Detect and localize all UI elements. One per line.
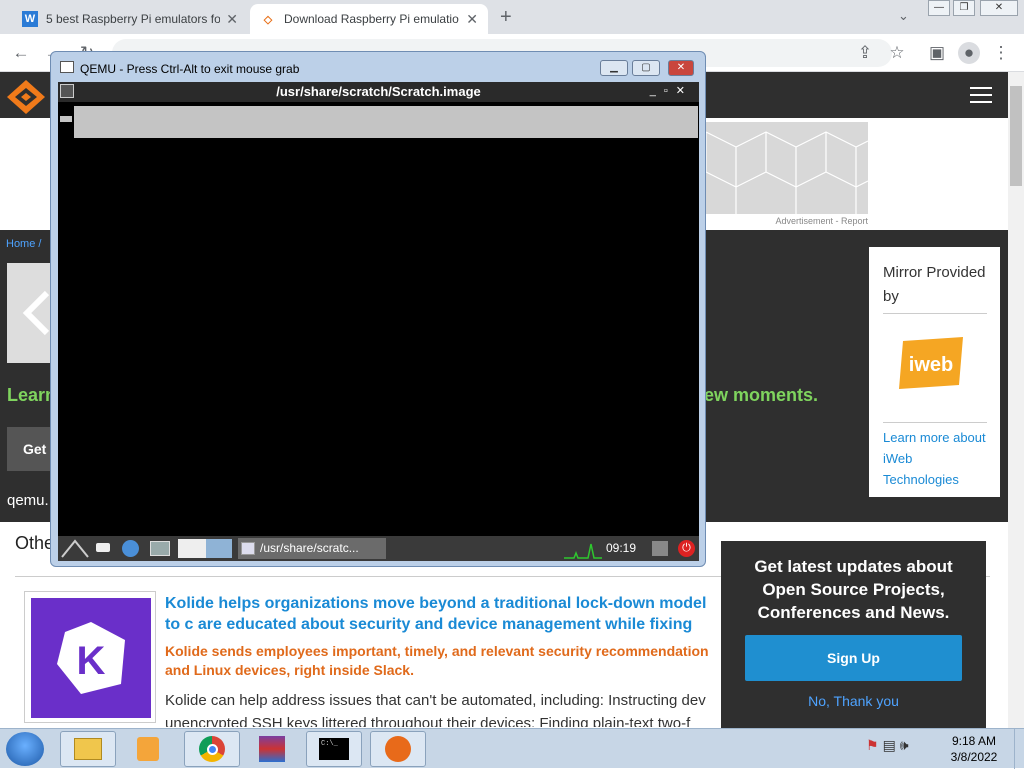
star-icon[interactable]: ☆ (886, 42, 908, 64)
hamburger-menu-icon[interactable] (970, 87, 992, 105)
show-desktop-button[interactable] (1014, 729, 1024, 769)
advertisement-banner[interactable] (706, 122, 868, 214)
share-icon[interactable]: ⇪ (854, 42, 876, 64)
new-tab-button[interactable]: + (500, 6, 512, 29)
popup-text: Get latest updates about Open Source Pro… (754, 557, 953, 622)
media-player-icon[interactable] (120, 731, 176, 767)
learn-more-iweb-link[interactable]: Learn more about iWeb Technologies (883, 422, 987, 490)
sourceforge-logo-icon[interactable] (6, 79, 46, 115)
tab-strip: W 5 best Raspberry Pi emulators fo ✕ ◇ D… (0, 0, 1024, 34)
guest-desktop-icon[interactable] (150, 541, 170, 556)
chevron-left-icon (22, 290, 50, 336)
clock-date: 3/8/2022 (950, 750, 998, 764)
scratch-menu-bar[interactable] (74, 106, 698, 138)
guest-window-icon (241, 542, 255, 555)
guest-taskbar: /usr/share/scratc... 09:19 ⏻ (58, 536, 699, 561)
hexagon-pattern-icon (706, 131, 868, 214)
command-prompt-icon[interactable]: C:\_ (306, 731, 362, 767)
volume-icon[interactable]: 🕪 (900, 737, 913, 753)
network-icon[interactable] (652, 541, 668, 556)
cpu-monitor-icon (564, 543, 602, 559)
tab-title: 5 best Raspberry Pi emulators fo (46, 12, 221, 26)
minimize-window-button[interactable]: — (928, 0, 950, 16)
qemu-taskbar-icon[interactable] (370, 731, 426, 767)
start-button-icon[interactable] (6, 732, 44, 766)
close-tab-icon[interactable]: ✕ (226, 11, 238, 28)
mirror-panel: Mirror Provided by iweb Learn more about… (869, 247, 1000, 497)
guest-terminal-icon[interactable] (96, 543, 110, 552)
guest-task-item[interactable]: /usr/share/scratc... (238, 538, 386, 559)
kolide-headline[interactable]: Kolide helps organizations move beyond a… (165, 593, 720, 635)
wordpress-favicon-icon: W (22, 11, 38, 27)
menu-dots-icon[interactable]: ⋮ (990, 42, 1012, 64)
kolide-logo-icon: K (31, 598, 151, 718)
mirror-title: Mirror Provided by (883, 261, 987, 314)
iweb-logo-text: iweb (909, 354, 953, 376)
qemu-window[interactable]: QEMU - Press Ctrl-Alt to exit mouse grab… (50, 51, 706, 567)
kolide-body: Kolide can help address issues that can'… (165, 692, 706, 727)
guest-task-item-label: /usr/share/scratc... (260, 541, 359, 555)
newsletter-popup: Get latest updates about Open Source Pro… (721, 541, 986, 728)
winrar-icon[interactable] (244, 731, 300, 767)
guest-browser-icon[interactable] (122, 540, 139, 557)
tab-title: Download Raspberry Pi emulatio (284, 12, 459, 26)
sourceforge-favicon-icon: ◇ (263, 13, 273, 26)
action-center-icon[interactable]: ⚑ (866, 737, 883, 753)
carousel-prev-button[interactable] (7, 263, 53, 363)
guest-start-menu-icon[interactable] (60, 538, 90, 559)
network-tray-icon[interactable]: ▤ (883, 737, 900, 753)
guest-workspace-1[interactable] (178, 539, 206, 558)
sign-up-button[interactable]: Sign Up (745, 635, 962, 681)
system-clock[interactable]: 9:18 AM 3/8/2022 (944, 733, 1004, 765)
guest-screen[interactable]: /usr/share/scratch/Scratch.image _▫✕ /us… (58, 82, 699, 561)
guest-window-title: /usr/share/scratch/Scratch.image (276, 84, 481, 99)
qemu-minimize-button[interactable]: ▁ (600, 60, 628, 76)
restore-window-button[interactable]: ❐ (953, 0, 975, 16)
qemu-title: QEMU - Press Ctrl-Alt to exit mouse grab (80, 62, 300, 76)
qemu-app-icon (60, 61, 74, 73)
system-tray-icons[interactable]: ⚑▤🕪 (866, 737, 913, 754)
qemu-maximize-button[interactable]: ▢ (632, 60, 660, 76)
chevron-down-icon[interactable]: ⌄ (898, 8, 909, 24)
learn-text: Learn (7, 385, 57, 405)
tab-download-emulation[interactable]: ◇ Download Raspberry Pi emulatio ✕ (250, 4, 488, 34)
tab-raspberry-emulators[interactable]: W 5 best Raspberry Pi emulators fo ✕ (12, 4, 248, 34)
back-arrow-icon[interactable]: ← (10, 42, 32, 64)
power-icon[interactable]: ⏻ (678, 540, 695, 557)
qemu-close-button[interactable]: ✕ (668, 60, 694, 76)
kolide-subhead: Kolide sends employees important, timely… (165, 643, 709, 678)
guest-window-titlebar: /usr/share/scratch/Scratch.image (58, 82, 699, 102)
iweb-logo-icon[interactable]: iweb (897, 337, 967, 389)
learn-text-end: ew moments. (704, 385, 819, 405)
breadcrumb[interactable]: Home / (6, 238, 41, 250)
guest-window-menu-icon[interactable] (60, 84, 74, 98)
file-explorer-icon[interactable] (60, 731, 116, 767)
guest-workspace-2[interactable] (206, 539, 232, 558)
side-panel-icon[interactable]: ▣ (926, 42, 948, 64)
no-thanks-link[interactable]: No, Thank you (745, 693, 962, 709)
qemu-text: qemu. (7, 492, 49, 509)
close-tab-icon[interactable]: ✕ (466, 11, 478, 28)
advertisement-label[interactable]: Advertisement - Report (706, 216, 868, 226)
guest-clock[interactable]: 09:19 (606, 536, 636, 561)
kolide-logo-box[interactable]: K (24, 591, 156, 723)
guest-window-controls[interactable]: _▫✕ (650, 82, 693, 100)
profile-avatar-icon[interactable]: ● (958, 42, 980, 64)
other-heading: Othe (15, 533, 55, 553)
clock-time: 9:18 AM (951, 734, 997, 748)
close-window-button[interactable]: ✕ (980, 0, 1018, 16)
scrollbar-thumb[interactable] (1010, 86, 1022, 186)
windows-taskbar: C:\_ ⚑▤🕪 9:18 AM 3/8/2022 (0, 728, 1024, 769)
kolide-logo-letter: K (77, 639, 106, 683)
guest-scroll-marker (60, 116, 72, 122)
chrome-icon[interactable] (184, 731, 240, 767)
